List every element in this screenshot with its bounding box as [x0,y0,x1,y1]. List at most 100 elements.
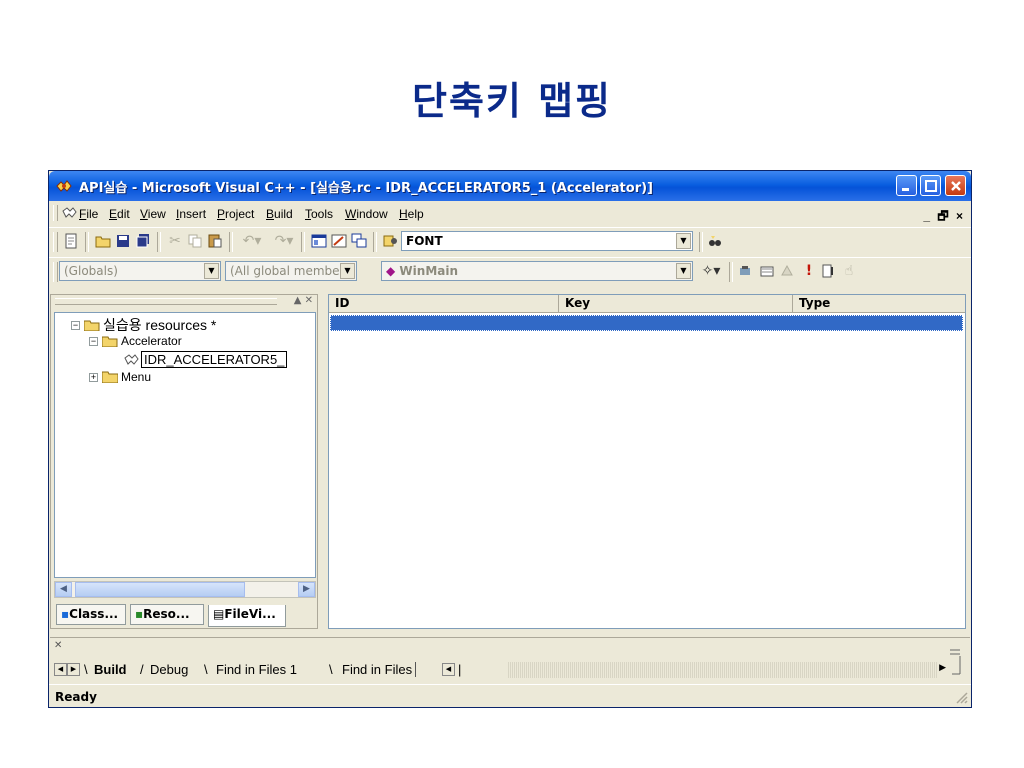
menu-help[interactable]: Help [399,207,424,221]
find-in-files-icon[interactable] [381,231,401,251]
menu-edit[interactable]: Edit [109,207,130,221]
scroll-thumb[interactable] [75,582,245,597]
output-close-icon[interactable]: ✕ [54,640,62,651]
undo-icon[interactable]: ↶▾ [237,231,267,251]
tree-node-accelerator-resource[interactable]: IDR_ACCELERATOR5_ [123,351,288,368]
function-combo-dropdown-icon[interactable]: ▼ [676,263,691,279]
compile-icon[interactable] [735,261,755,281]
scroll-right-icon[interactable]: ▶ [298,582,315,597]
paste-icon[interactable] [205,231,225,251]
column-header-key[interactable]: Key [559,295,793,313]
tab-scroll-left-icon[interactable]: ◀ [54,663,67,676]
document-icon[interactable] [61,206,77,220]
tab-find-in-files-1[interactable]: Find in Files 1 [216,662,297,677]
output-scroll-right-icon[interactable]: ▶ [939,663,946,673]
minimize-icon [902,188,909,191]
execute-icon[interactable]: ! [799,261,819,281]
mdi-controls[interactable]: _ 🗗 × [923,207,965,228]
collapse-icon[interactable]: − [71,320,80,330]
tree-node-label: Accelerator [121,334,182,348]
wizard-action-icon[interactable]: ✧▾ [697,261,725,281]
menubar-grip[interactable] [53,205,58,221]
menu-bar: File Edit View Insert Project Build Tool… [49,201,971,225]
app-icon [56,180,72,192]
status-bar: Ready [49,684,971,707]
open-folder-icon [84,320,100,331]
class-combo[interactable]: (Globals) ▼ [59,261,221,281]
table-row-selected[interactable] [330,315,963,331]
tab-separator-icon: \ [84,662,88,677]
workspace-grip[interactable] [55,298,277,305]
column-header-id[interactable]: ID [329,295,559,313]
output-scroll-divider: | [458,662,462,677]
collapse-icon[interactable]: − [89,336,98,346]
find-combo[interactable]: FONT ▼ [401,231,693,251]
tab-scroll-right-icon[interactable]: ▶ [67,663,80,676]
tab-resourceview[interactable]: ▪Reso... [130,604,204,625]
pane-resize-icon[interactable] [948,642,962,676]
close-button[interactable] [945,175,966,196]
close-icon [951,181,961,191]
class-combo-dropdown-icon[interactable]: ▼ [204,263,219,279]
output-scroll-track[interactable] [508,662,938,678]
tree-root-label: 실습용 resources * [103,317,217,333]
menu-build[interactable]: Build [266,207,293,221]
tab-fileview[interactable]: ▤FileVi... [208,605,286,627]
tree-node-label-selected: IDR_ACCELERATOR5_ [141,351,288,368]
stop-build-icon[interactable] [777,261,797,281]
tab-find-in-files[interactable]: Find in Files [342,662,417,677]
go-icon[interactable] [819,261,839,281]
open-folder-icon[interactable] [93,231,113,251]
save-all-icon[interactable] [133,231,153,251]
output-window-icon[interactable] [329,231,349,251]
workspace-pane-controls[interactable]: ▲ ✕ [294,295,313,306]
redo-icon[interactable]: ↷▾ [269,231,299,251]
menu-view[interactable]: View [140,207,166,221]
resize-grip-icon[interactable] [956,692,968,704]
find-combo-value: FONT [406,234,443,248]
function-combo-text: ◆ WinMain [386,264,459,278]
wizardbar-grip[interactable] [53,262,58,282]
tab-debug[interactable]: Debug [150,662,188,677]
tree-horizontal-scrollbar[interactable]: ◀ ▶ [54,581,316,598]
tree-node-menu[interactable]: + Menu [89,370,151,384]
menu-window[interactable]: Window [345,207,388,221]
fileview-icon: ▤ [213,607,225,621]
menu-insert[interactable]: Insert [176,207,206,221]
tree-node-accelerator[interactable]: − Accelerator [89,334,182,348]
breakpoint-hand-icon[interactable]: ☝ [839,261,859,281]
find-icon[interactable] [705,231,725,251]
expand-icon[interactable]: + [89,372,98,382]
open-folder-icon [102,336,118,347]
class-combo-value: (Globals) [64,264,118,278]
members-combo[interactable]: (All global members ▼ [225,261,357,281]
tab-separator-icon: \ [204,662,208,677]
build-icon[interactable] [757,261,777,281]
title-bar[interactable]: API실습 - Microsoft Visual C++ - [실습용.rc -… [49,171,971,201]
resource-tree[interactable]: − 실습용 resources * − Accelerator IDR_ACCE… [54,312,316,578]
cut-icon[interactable]: ✂ [165,231,185,251]
tab-classview[interactable]: ▪Class... [56,604,126,625]
tab-separator-icon: \ [329,662,333,677]
menu-project[interactable]: Project [217,207,254,221]
minimize-button[interactable] [896,175,917,196]
toolbar-grip[interactable] [53,232,58,252]
maximize-button[interactable] [920,175,941,196]
copy-icon[interactable] [185,231,205,251]
menu-tools[interactable]: Tools [305,207,333,221]
workspace-window-icon[interactable] [309,231,329,251]
members-combo-value: (All global members [230,264,340,278]
members-combo-dropdown-icon[interactable]: ▼ [340,263,355,279]
menu-file[interactable]: File [79,207,98,221]
scroll-left-icon[interactable]: ◀ [55,582,72,597]
output-scroll-left-icon[interactable]: ◀ [442,663,455,676]
tree-root[interactable]: − 실습용 resources * [71,315,216,335]
save-icon[interactable] [113,231,133,251]
function-combo[interactable]: ◆ WinMain ▼ [381,261,693,281]
new-text-file-icon[interactable] [61,231,81,251]
find-combo-dropdown-icon[interactable]: ▼ [676,233,691,249]
column-header-type[interactable]: Type [793,295,965,313]
tab-build[interactable]: Build [94,662,127,677]
window-list-icon[interactable] [349,231,369,251]
tab-separator-icon: / [140,662,144,677]
